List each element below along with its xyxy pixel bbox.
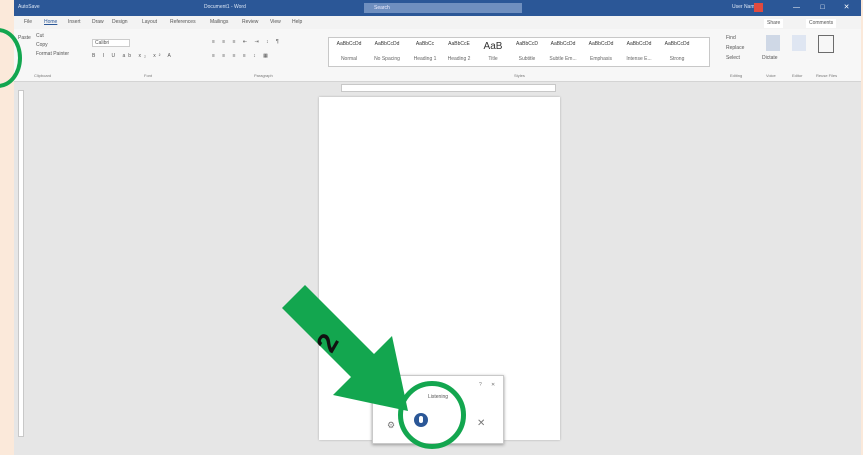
annotation-arrow (282, 285, 408, 411)
arrow-shape (282, 285, 408, 411)
